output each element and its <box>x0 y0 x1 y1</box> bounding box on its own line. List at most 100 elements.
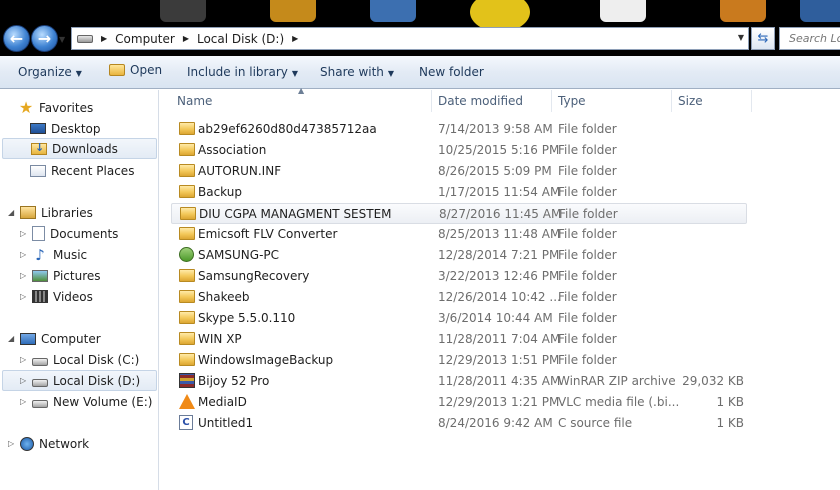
breadcrumb-local-disk-d[interactable]: Local Disk (D:) <box>197 32 284 46</box>
nav-item-documents[interactable]: Documents <box>32 223 118 244</box>
expand-arrow-icon[interactable]: ▷ <box>20 397 26 406</box>
file-type: File folder <box>558 143 617 157</box>
collapse-arrow-icon[interactable]: ◢ <box>8 334 14 343</box>
expand-arrow-icon[interactable]: ▷ <box>20 250 26 259</box>
navigation-bar: ← → ▼ ▶ Computer ▶ Local Disk (D:) ▶ ▼ ⇆… <box>0 22 840 56</box>
nav-network[interactable]: Network <box>20 433 89 454</box>
folder-icon <box>180 207 196 220</box>
forward-button[interactable]: → <box>31 25 58 52</box>
nav-favorites[interactable]: ★ Favorites <box>18 97 93 118</box>
file-row[interactable]: Association 10/25/2015 5:16 PM File folder <box>171 140 747 161</box>
column-header-type[interactable]: Type <box>552 90 672 112</box>
open-label: Open <box>130 63 163 77</box>
file-row[interactable]: WIN XP 11/28/2011 7:04 AM File folder <box>171 329 747 350</box>
file-date-modified: 11/28/2011 4:35 AM <box>438 374 561 388</box>
file-date-modified: 7/14/2013 9:58 AM <box>438 122 553 136</box>
column-header-date[interactable]: Date modified <box>432 90 552 112</box>
include-in-library-button[interactable]: Include in library ▼ <box>187 65 298 79</box>
new-folder-button[interactable]: New folder <box>419 65 484 79</box>
nav-item-desktop[interactable]: Desktop <box>30 118 101 139</box>
expand-arrow-icon[interactable]: ▷ <box>20 355 26 364</box>
file-row[interactable]: WindowsImageBackup 12/29/2013 1:51 PM File… <box>171 350 747 371</box>
file-type: File folder <box>558 122 617 136</box>
file-row[interactable]: SamsungRecovery 3/22/2013 12:46 PM File fo… <box>171 266 747 287</box>
open-button[interactable]: Open <box>109 63 162 77</box>
folder-open-icon <box>109 64 125 76</box>
nav-item-new-volume-e[interactable]: New Volume (E:) <box>32 391 152 412</box>
column-header-label: Size <box>678 94 703 108</box>
nav-item-downloads[interactable]: Downloads <box>2 138 157 159</box>
nav-computer[interactable]: Computer <box>20 328 101 349</box>
nav-favorites-label: Favorites <box>39 100 94 115</box>
file-name: SamsungRecovery <box>198 269 310 283</box>
chevron-right-icon[interactable]: ▶ <box>292 34 298 43</box>
file-row[interactable]: MediaID 12/29/2013 1:21 PM VLC media file … <box>171 392 747 413</box>
file-row[interactable]: Shakeeb 12/26/2014 10:42 ... File folder <box>171 287 747 308</box>
file-row[interactable]: SAMSUNG-PC 12/28/2014 7:21 PM File folder <box>171 245 747 266</box>
refresh-button[interactable]: ⇆ <box>751 27 775 50</box>
nav-computer-label: Computer <box>41 331 101 346</box>
nav-item-recent-places[interactable]: Recent Places <box>30 160 134 181</box>
window-title-strip: ← → ▼ ▶ Computer ▶ Local Disk (D:) ▶ ▼ ⇆… <box>0 0 840 56</box>
file-date-modified: 8/25/2013 11:48 AM <box>438 227 561 241</box>
nav-libraries[interactable]: Libraries <box>20 202 93 223</box>
nav-item-label: Desktop <box>51 121 101 136</box>
collapse-arrow-icon[interactable]: ◢ <box>8 208 14 217</box>
column-header-name[interactable]: Name <box>160 90 432 112</box>
file-name: Untitled1 <box>198 416 254 430</box>
file-row[interactable]: ab29ef6260d80d47385712aa 7/14/2013 9:58 A… <box>171 119 747 140</box>
file-date-modified: 11/28/2011 7:04 AM <box>438 332 561 346</box>
file-name: ab29ef6260d80d47385712aa <box>198 122 377 136</box>
file-row[interactable]: DIU CGPA MANAGMENT SESTEM 8/27/2016 11:45… <box>171 203 747 224</box>
file-row[interactable]: AUTORUN.INF 8/26/2015 5:09 PM File folder <box>171 161 747 182</box>
pictures-icon <box>32 269 48 282</box>
file-row[interactable]: Bijoy 52 Pro 11/28/2011 4:35 AM WinRAR ZIP… <box>171 371 747 392</box>
file-type: File folder <box>558 332 617 346</box>
expand-arrow-icon[interactable]: ▷ <box>20 229 26 238</box>
file-row[interactable]: C Untitled1 8/24/2016 9:42 AM C source file… <box>171 413 747 434</box>
taskbar-thumb <box>370 0 416 22</box>
file-list: ▲ Name Date modified Type Size ab29ef626… <box>160 86 840 490</box>
address-dropdown-icon[interactable]: ▼ <box>738 33 744 42</box>
nav-item-label: Downloads <box>52 141 118 156</box>
folder-icon <box>179 332 195 345</box>
nav-item-videos[interactable]: Videos <box>32 286 93 307</box>
nav-item-label: Music <box>53 247 88 262</box>
file-row[interactable]: Skype 5.5.0.110 3/6/2014 10:44 AM File fol… <box>171 308 747 329</box>
organize-button[interactable]: Organize ▼ <box>18 65 82 79</box>
file-size: 29,032 KB <box>682 374 744 388</box>
drive-icon <box>77 34 93 43</box>
recent-pages-dropdown[interactable]: ▼ <box>59 35 68 44</box>
expand-arrow-icon[interactable]: ▷ <box>20 376 26 385</box>
expand-arrow-icon[interactable]: ▷ <box>20 271 26 280</box>
file-row[interactable]: Backup 1/17/2015 11:54 AM File folder <box>171 182 747 203</box>
folder-icon <box>179 185 195 198</box>
nav-libraries-label: Libraries <box>41 205 93 220</box>
documents-icon <box>32 226 45 241</box>
videos-icon <box>32 290 48 303</box>
nav-item-pictures[interactable]: Pictures <box>32 265 101 286</box>
chevron-right-icon[interactable]: ▶ <box>101 34 107 43</box>
file-name: DIU CGPA MANAGMENT SESTEM <box>199 207 392 221</box>
arrow-left-icon: ← <box>9 29 24 48</box>
nav-item-label: Recent Places <box>51 163 135 178</box>
file-date-modified: 8/26/2015 5:09 PM <box>438 164 552 178</box>
chevron-right-icon[interactable]: ▶ <box>183 34 189 43</box>
network-pc-icon <box>179 247 194 262</box>
search-input[interactable]: Search Lo <box>779 27 840 50</box>
column-header-size[interactable]: Size <box>672 90 752 112</box>
nav-item-music[interactable]: ♪ Music <box>32 244 87 265</box>
file-name: Backup <box>198 185 242 199</box>
nav-item-local-disk-c[interactable]: Local Disk (C:) <box>32 349 139 370</box>
expand-arrow-icon[interactable]: ▷ <box>8 439 14 448</box>
breadcrumb-computer[interactable]: Computer <box>115 32 175 46</box>
share-with-button[interactable]: Share with ▼ <box>320 65 394 79</box>
address-bar[interactable]: ▶ Computer ▶ Local Disk (D:) ▶ ▼ <box>71 27 749 50</box>
file-type: File folder <box>558 353 617 367</box>
expand-arrow-icon[interactable]: ▷ <box>20 292 26 301</box>
back-button[interactable]: ← <box>3 25 30 52</box>
column-header-label: Date modified <box>438 94 524 108</box>
file-name: Skype 5.5.0.110 <box>198 311 296 325</box>
file-row[interactable]: Emicsoft FLV Converter 8/25/2013 11:48 AM… <box>171 224 747 245</box>
file-date-modified: 12/29/2013 1:21 PM <box>438 395 560 409</box>
